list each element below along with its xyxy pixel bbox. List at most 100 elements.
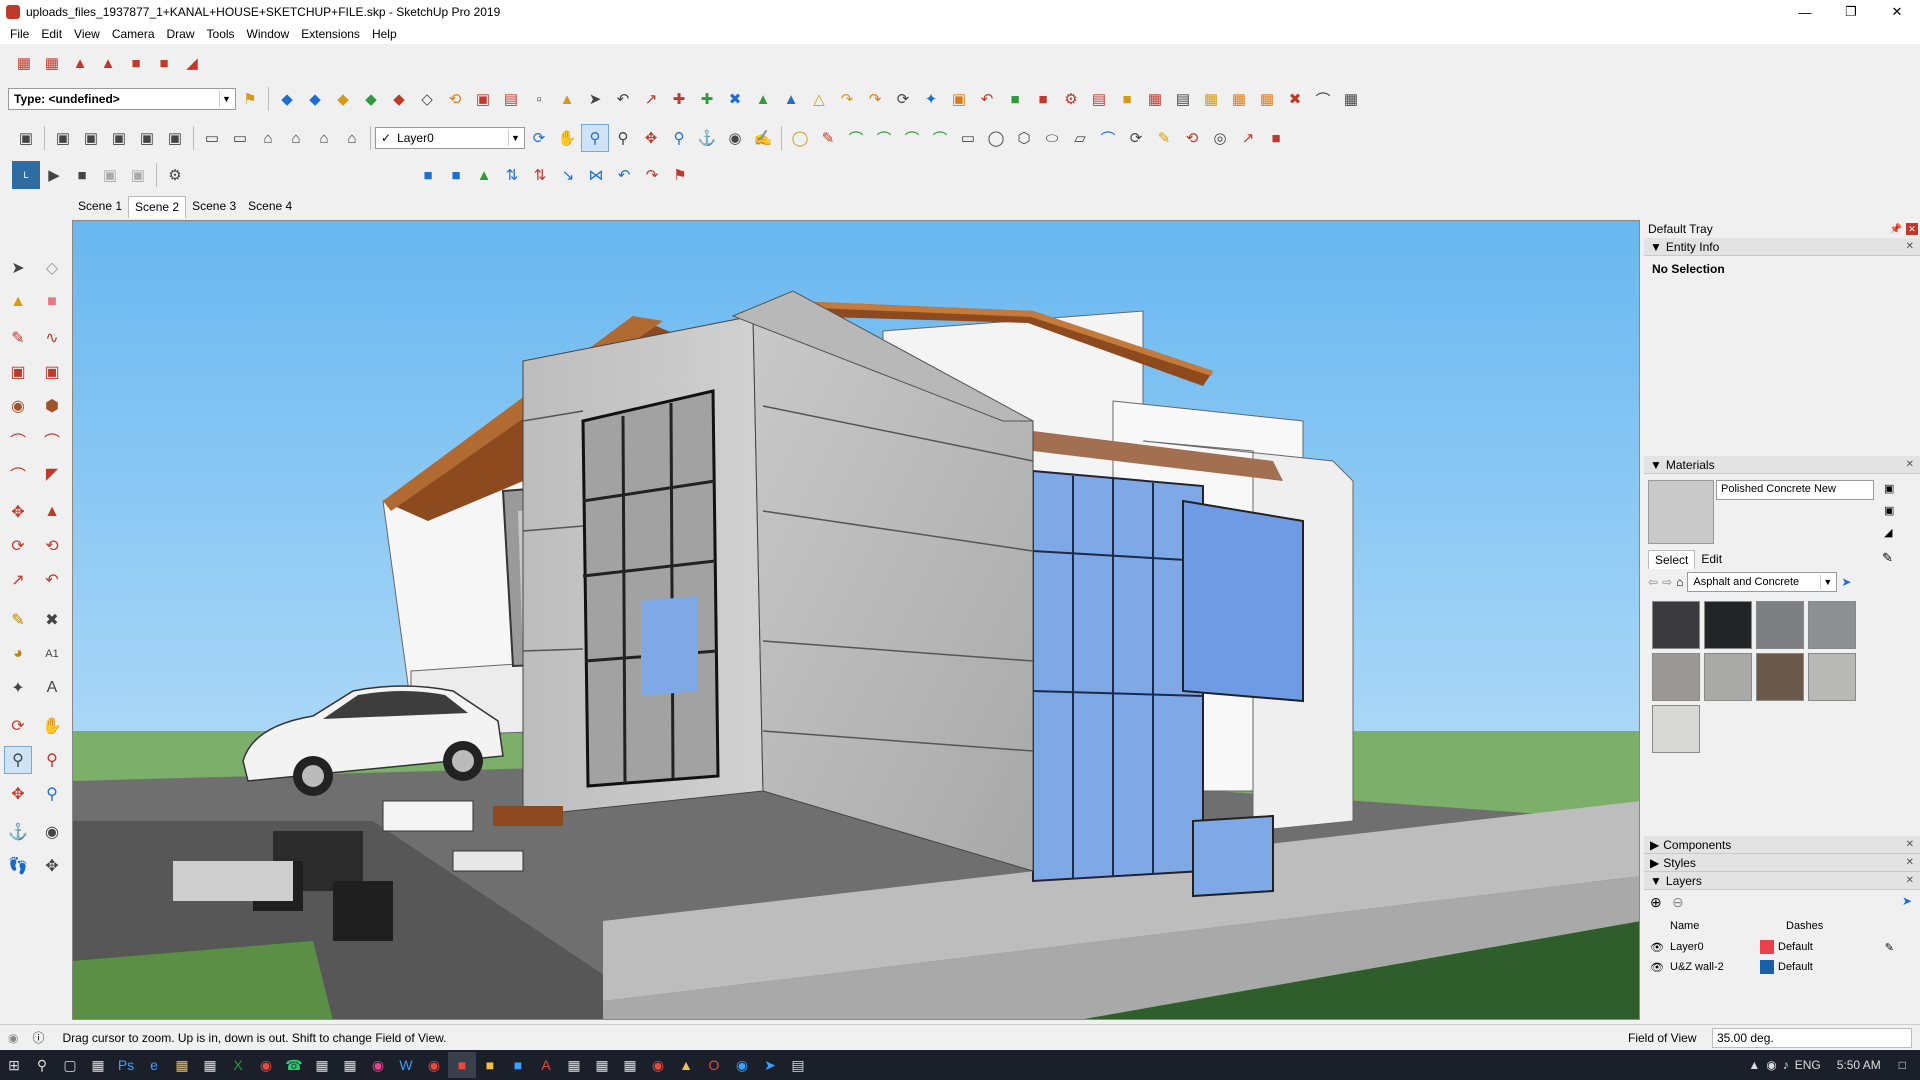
look-around-icon[interactable]: ◉ (38, 818, 66, 846)
share-component-icon[interactable]: ▲ (94, 49, 122, 77)
share-model-icon[interactable]: ▦ (38, 49, 66, 77)
3d-text-icon[interactable]: A (38, 674, 66, 702)
sample-material-icon[interactable]: ◢ (1884, 526, 1892, 539)
styles-header[interactable]: ▶ Styles ✕ (1644, 854, 1920, 872)
pie-icon[interactable]: ◤ (38, 460, 66, 488)
route-icon[interactable]: ⟲ (1178, 124, 1206, 152)
layer-color-swatch[interactable] (1760, 940, 1774, 954)
tab-select[interactable]: Select (1648, 550, 1696, 569)
freehand-icon[interactable]: ∿ (38, 324, 66, 352)
section-display-icon[interactable]: ▤ (497, 85, 525, 113)
photoshop-icon[interactable]: Ps (112, 1052, 140, 1078)
push-pull-icon[interactable]: ▲ (38, 498, 66, 526)
plugin-component-icon[interactable]: ▦ (1141, 85, 1169, 113)
close-button[interactable]: ✕ (1874, 0, 1920, 24)
app-icon-7[interactable]: ▦ (560, 1052, 588, 1078)
select-arrow-icon[interactable]: ➤ (4, 254, 32, 282)
paint-bucket-icon[interactable]: ▲ (4, 288, 32, 316)
up-down-red-icon[interactable]: ⇅ (526, 161, 554, 189)
walk-icon[interactable]: 👣 (4, 852, 32, 880)
app-icon-11[interactable]: ▲ (672, 1052, 700, 1078)
make-component-icon[interactable]: ◇ (38, 254, 66, 282)
shaded-icon[interactable]: ⌂ (310, 124, 338, 152)
grid-icon[interactable]: ▦ (1197, 85, 1225, 113)
walk-icon[interactable]: ✍ (749, 124, 777, 152)
menu-extensions[interactable]: Extensions (295, 27, 366, 41)
protractor-icon[interactable]: ◕ (4, 640, 32, 668)
drape-icon[interactable]: ▲ (749, 85, 777, 113)
layer-row[interactable]: 👁 U&Z wall-2 Default (1644, 958, 1904, 976)
xray-icon[interactable]: ▭ (198, 124, 226, 152)
menu-camera[interactable]: Camera (106, 27, 161, 41)
eraser-red-icon[interactable]: ■ (1262, 124, 1290, 152)
shape-2-icon[interactable]: ⌒ (870, 124, 898, 152)
settings-gear-icon[interactable]: ⚙ (161, 161, 189, 189)
solid-tools-union-icon[interactable]: ◆ (273, 85, 301, 113)
solid-tools-subtract-icon[interactable]: ◆ (329, 85, 357, 113)
polygon-icon[interactable]: ⬢ (38, 392, 66, 420)
app-icon-5[interactable]: ■ (476, 1052, 504, 1078)
store-icon[interactable]: ▦ (196, 1052, 224, 1078)
plugin-paint-icon[interactable]: ■ (1113, 85, 1141, 113)
array-icon[interactable]: ✖ (721, 85, 749, 113)
eyedropper-icon[interactable]: ✎ (1882, 550, 1893, 566)
rotate-path-icon[interactable]: ⟳ (889, 85, 917, 113)
delete-layer-icon[interactable]: ⊖ (1672, 894, 1684, 911)
move-plus-green-icon[interactable]: ✚ (693, 85, 721, 113)
outer-shell-icon[interactable]: ◇ (413, 85, 441, 113)
grid-plus-icon[interactable]: ▦ (1225, 85, 1253, 113)
plugin-frame-icon[interactable]: ▤ (1169, 85, 1197, 113)
tab-scene-3[interactable]: Scene 3 (186, 196, 242, 218)
measurement-box[interactable]: 35.00 deg. (1712, 1028, 1912, 1048)
loop-icon[interactable]: ⟳ (1122, 124, 1150, 152)
bezier-icon[interactable]: ↷ (833, 85, 861, 113)
notifications-icon[interactable]: □ (1899, 1058, 1906, 1072)
position-camera-icon[interactable]: ⚓ (693, 124, 721, 152)
material-swatch[interactable] (1756, 601, 1804, 649)
tab-scene-2[interactable]: Scene 2 (128, 196, 187, 218)
parallelogram-icon[interactable]: ▱ (1066, 124, 1094, 152)
orbit-icon[interactable]: ⟳ (525, 124, 553, 152)
curve-icon[interactable]: ↶ (609, 85, 637, 113)
follow-me-icon[interactable]: ⟲ (38, 532, 66, 560)
model-viewport[interactable] (72, 220, 1640, 1020)
scale-red-icon[interactable]: ↗ (1234, 124, 1262, 152)
app-icon-9[interactable]: ▦ (616, 1052, 644, 1078)
app-icon-4[interactable]: ◉ (420, 1052, 448, 1078)
word-icon[interactable]: W (392, 1052, 420, 1078)
file-explorer-icon[interactable]: ▦ (168, 1052, 196, 1078)
menu-draw[interactable]: Draw (161, 27, 201, 41)
shape-4-icon[interactable]: ⌒ (926, 124, 954, 152)
extension-warehouse-icon[interactable]: ■ (122, 49, 150, 77)
material-swatch[interactable] (1756, 653, 1804, 701)
extrude-icon[interactable]: ▲ (470, 161, 498, 189)
solid-tools-intersect-icon[interactable]: ◆ (301, 85, 329, 113)
plugin-green-icon[interactable]: ■ (1001, 85, 1029, 113)
get-models-icon[interactable]: ▲ (66, 49, 94, 77)
follow-me-icon[interactable]: ⟲ (441, 85, 469, 113)
extension-manager-icon[interactable]: ■ (150, 49, 178, 77)
view-iso-icon[interactable]: ▣ (49, 124, 77, 152)
lumion-camera-icon[interactable]: ▣ (124, 161, 152, 189)
pencil-icon[interactable]: ✎ (1885, 941, 1894, 954)
lumion-export-icon[interactable]: ▣ (96, 161, 124, 189)
view-front-icon[interactable]: ▣ (105, 124, 133, 152)
zoom-window-icon[interactable]: ⚲ (38, 746, 66, 774)
material-swatch[interactable] (1704, 653, 1752, 701)
task-view-icon[interactable]: ▢ (56, 1052, 84, 1078)
move-plus-icon[interactable]: ✚ (665, 85, 693, 113)
offset-icon[interactable]: ◎ (1206, 124, 1234, 152)
geo-location-icon[interactable]: ◉ (8, 1031, 18, 1045)
view-back-icon[interactable]: ▣ (161, 124, 189, 152)
materials-header[interactable]: ▼ Materials ✕ (1644, 456, 1920, 474)
eraser-icon[interactable]: ■ (38, 288, 66, 316)
snap-point-icon[interactable]: ✦ (917, 85, 945, 113)
edge-icon[interactable]: e (140, 1052, 168, 1078)
ellipse-icon[interactable]: ⬭ (1038, 124, 1066, 152)
pen-icon[interactable]: ✎ (1150, 124, 1178, 152)
redo-icon[interactable]: ↷ (638, 161, 666, 189)
tray-icons[interactable]: ▲ (1748, 1058, 1760, 1072)
plugin-stack-icon[interactable]: ▤ (1085, 85, 1113, 113)
pencil-tool-icon[interactable]: ✎ (814, 124, 842, 152)
app-icon[interactable]: ▦ (308, 1052, 336, 1078)
